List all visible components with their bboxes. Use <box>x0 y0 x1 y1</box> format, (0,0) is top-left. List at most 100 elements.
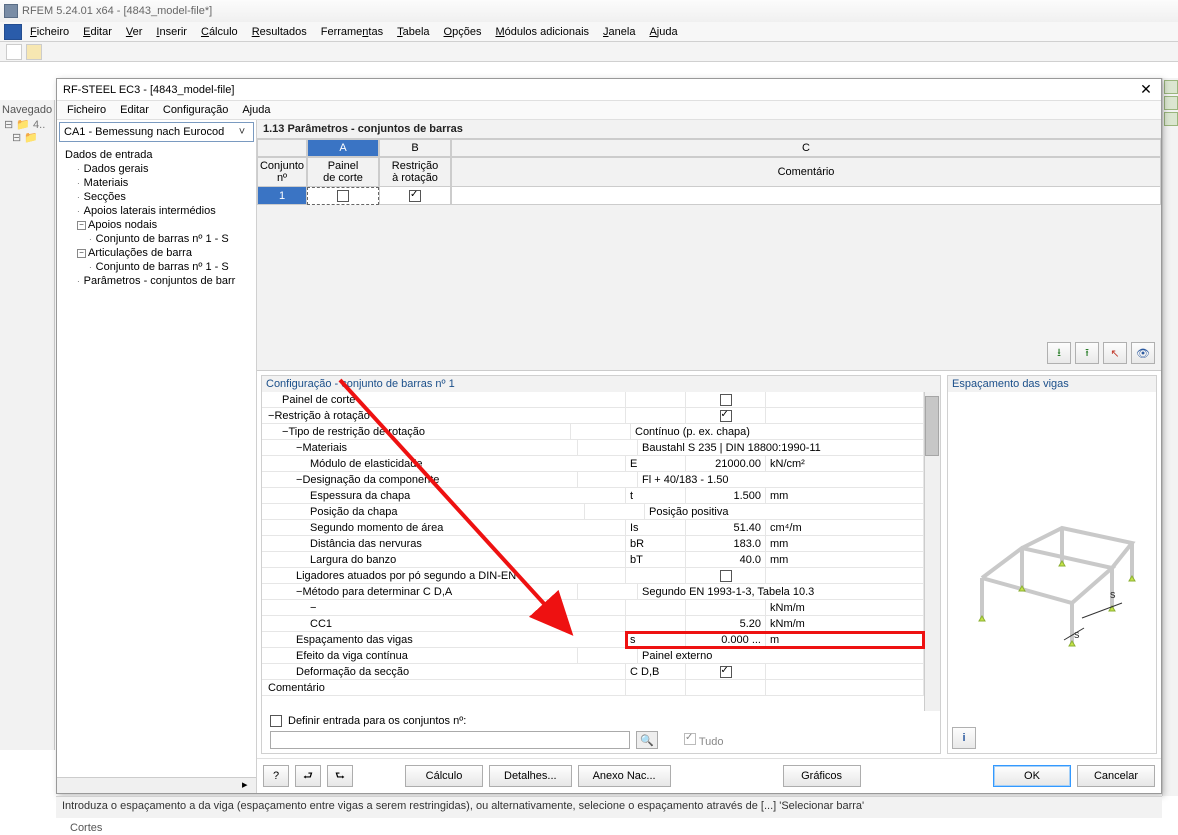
detail-value[interactable]: Fl + 40/183 - 1.50 <box>638 472 924 487</box>
checkbox-checked-icon[interactable] <box>409 190 421 202</box>
detail-value[interactable] <box>686 408 766 423</box>
menu-resultados[interactable]: Resultados <box>252 26 307 38</box>
members-input[interactable] <box>270 731 630 749</box>
menu-ferramentas[interactable]: Ferramentas <box>321 26 383 38</box>
ok-button[interactable]: OK <box>993 765 1071 787</box>
detail-value[interactable]: Posição positiva <box>645 504 924 519</box>
detail-value[interactable] <box>686 664 766 679</box>
calc-button[interactable]: Cálculo <box>405 765 483 787</box>
info-icon[interactable]: i <box>952 727 976 749</box>
detail-row[interactable]: − Tipo de restrição de rotaçãoContínuo (… <box>262 424 924 440</box>
detail-row[interactable]: − Método para determinar C D,ASegundo EN… <box>262 584 924 600</box>
prev-icon[interactable]: ⮐ <box>295 765 321 787</box>
detail-value[interactable]: 40.0 <box>686 552 766 567</box>
cell-painel-de-corte[interactable] <box>307 187 379 205</box>
menu-editar[interactable]: Editar <box>83 26 112 38</box>
checkbox-icon[interactable] <box>720 410 732 422</box>
detail-value[interactable]: Segundo EN 1993-1-3, Tabela 10.3 <box>638 584 924 599</box>
detail-rows[interactable]: Painel de corte− Restrição à rotação− Ti… <box>262 392 924 711</box>
tree-apoios-laterais[interactable]: Apoios laterais intermédios <box>84 205 216 217</box>
detail-value[interactable] <box>686 392 766 407</box>
collapse-icon[interactable]: − <box>310 602 316 614</box>
dlgmenu-config[interactable]: Configuração <box>163 104 228 116</box>
top-grid[interactable]: A B C Conjunto nº Painel de corte Restri… <box>257 139 1161 371</box>
cell-comentario[interactable] <box>451 187 1161 205</box>
cancel-button[interactable]: Cancelar <box>1077 765 1155 787</box>
menu-inserir[interactable]: Inserir <box>156 26 187 38</box>
detail-value[interactable]: 21000.00 <box>686 456 766 471</box>
dlgmenu-editar[interactable]: Editar <box>120 104 149 116</box>
detail-row[interactable]: − kNm/m <box>262 600 924 616</box>
detail-value[interactable] <box>686 600 766 615</box>
right-tool-2[interactable] <box>1164 96 1178 110</box>
dlgmenu-ajuda[interactable]: Ajuda <box>242 104 270 116</box>
vertical-scrollbar[interactable] <box>924 392 940 711</box>
nav-tree[interactable]: Dados de entrada ·Dados gerais ·Materiai… <box>57 144 256 777</box>
detail-row[interactable]: Comentário <box>262 680 924 696</box>
menu-ver[interactable]: Ver <box>126 26 143 38</box>
case-combo[interactable]: CA1 - Bemessung nach Eurocod ˅ <box>59 122 254 142</box>
tree-conjunto-1a[interactable]: Conjunto de barras nº 1 - S <box>96 233 229 245</box>
detail-value[interactable] <box>686 680 766 695</box>
collapse-icon[interactable]: − <box>77 249 86 258</box>
detail-value[interactable]: 51.40 <box>686 520 766 535</box>
col-c-letter[interactable]: C <box>451 139 1161 157</box>
right-tool-3[interactable] <box>1164 112 1178 126</box>
menu-calculo[interactable]: Cálculo <box>201 26 238 38</box>
define-checkbox[interactable] <box>270 715 282 727</box>
detail-value[interactable]: Contínuo (p. ex. chapa) <box>631 424 924 439</box>
pick-icon[interactable]: 🔍 <box>636 731 658 749</box>
grid-row-1[interactable]: 1 <box>257 187 1161 205</box>
tree-articulacoes[interactable]: Articulações de barra <box>88 247 192 259</box>
detail-value[interactable]: 1.500 <box>686 488 766 503</box>
checkbox-icon[interactable] <box>720 394 732 406</box>
anexo-button[interactable]: Anexo Nac... <box>578 765 671 787</box>
menu-ficheiro[interactable]: Ficheiro <box>30 26 69 38</box>
graficos-button[interactable]: Gráficos <box>783 765 861 787</box>
detail-row[interactable]: − Restrição à rotação <box>262 408 924 424</box>
right-tool-1[interactable] <box>1164 80 1178 94</box>
detail-row[interactable]: Segundo momento de áreaIs51.40cm⁴/m <box>262 520 924 536</box>
detail-row[interactable]: CC15.20kNm/m <box>262 616 924 632</box>
menu-ajuda[interactable]: Ajuda <box>649 26 677 38</box>
detail-value[interactable] <box>686 568 766 583</box>
menu-opcoes[interactable]: Opções <box>444 26 482 38</box>
detail-value[interactable]: Painel externo <box>638 648 924 663</box>
dlgmenu-ficheiro[interactable]: Ficheiro <box>67 104 106 116</box>
detail-row[interactable]: Painel de corte <box>262 392 924 408</box>
tree-materiais[interactable]: Materiais <box>84 177 129 189</box>
export-icon[interactable]: ⭳ <box>1047 342 1071 364</box>
tree-dados-gerais[interactable]: Dados gerais <box>84 163 149 175</box>
pick-member-icon[interactable]: ↖ <box>1103 342 1127 364</box>
menu-tabela[interactable]: Tabela <box>397 26 429 38</box>
tree-parametros[interactable]: Parâmetros - conjuntos de barr <box>84 275 236 287</box>
collapse-icon[interactable]: − <box>77 221 86 230</box>
detail-value[interactable]: 183.0 <box>686 536 766 551</box>
menu-modulos[interactable]: Módulos adicionais <box>495 26 589 38</box>
next-icon[interactable]: ⮑ <box>327 765 353 787</box>
new-file-icon[interactable] <box>6 44 22 60</box>
detail-row[interactable]: Efeito da viga contínuaPainel externo <box>262 648 924 664</box>
tree-conjunto-1b[interactable]: Conjunto de barras nº 1 - S <box>96 261 229 273</box>
detail-row[interactable]: Distância das nervurasbR183.0mm <box>262 536 924 552</box>
detail-value[interactable]: 0.000 ... <box>686 632 766 647</box>
checkbox-icon[interactable] <box>337 190 349 202</box>
tree-seccoes[interactable]: Secções <box>84 191 126 203</box>
tree-root[interactable]: Dados de entrada <box>65 149 152 161</box>
view-icon[interactable]: 👁 <box>1131 342 1155 364</box>
detail-value[interactable]: Baustahl S 235 | DIN 18800:1990-11 <box>638 440 924 455</box>
cell-restricao[interactable] <box>379 187 451 205</box>
col-a-letter[interactable]: A <box>307 139 379 157</box>
col-b-letter[interactable]: B <box>379 139 451 157</box>
detail-row[interactable]: Largura do banzobT40.0mm <box>262 552 924 568</box>
open-file-icon[interactable] <box>26 44 42 60</box>
help-icon[interactable]: ? <box>263 765 289 787</box>
menu-janela[interactable]: Janela <box>603 26 635 38</box>
detail-row[interactable]: − Designação da componenteFl + 40/183 - … <box>262 472 924 488</box>
details-button[interactable]: Detalhes... <box>489 765 572 787</box>
import-icon[interactable]: ⭱ <box>1075 342 1099 364</box>
detail-row[interactable]: Deformação da secçãoC D,B <box>262 664 924 680</box>
detail-row[interactable]: Espessura da chapat1.500mm <box>262 488 924 504</box>
checkbox-icon[interactable] <box>720 666 732 678</box>
detail-row[interactable]: Módulo de elasticidadeE21000.00kN/cm² <box>262 456 924 472</box>
